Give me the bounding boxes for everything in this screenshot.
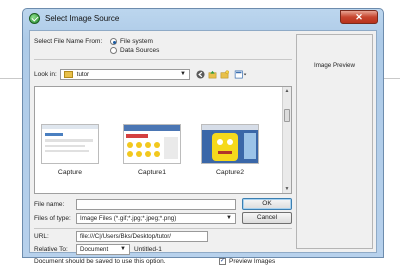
up-folder-icon[interactable] — [208, 70, 217, 79]
url-label: URL: — [34, 233, 49, 240]
image-preview-label: Image Preview — [314, 62, 355, 69]
files-of-type-label: Files of type: — [34, 215, 71, 222]
new-folder-icon[interactable] — [220, 70, 229, 79]
relative-to-label: Relative To: — [34, 246, 68, 253]
relative-to-value: Document — [80, 246, 109, 253]
window-title: Select Image Source — [45, 14, 120, 23]
file-thumbnail — [41, 124, 99, 164]
separator — [34, 59, 292, 60]
file-thumbnail — [123, 124, 181, 164]
scroll-down-icon[interactable]: ▼ — [283, 186, 291, 192]
files-of-type-value: Image Files (*.gif;*.jpg;*.jpeg;*.png) — [80, 215, 177, 222]
dreamweaver-app-icon — [29, 13, 40, 24]
separator — [34, 228, 292, 229]
file-thumbnail — [201, 124, 259, 164]
relative-document-name: Untitled-1 — [134, 246, 162, 253]
image-preview-pane: Image Preview — [296, 34, 373, 249]
url-input[interactable]: file:///C|/Users/Bks/Desktop/tutor/ — [76, 231, 208, 242]
preview-images-label[interactable]: Preview Images — [229, 258, 275, 265]
file-list-scrollbar[interactable]: ▲ ▼ — [282, 87, 291, 193]
relative-to-dropdown[interactable]: Document ▼ — [76, 244, 130, 255]
select-image-source-dialog: Select Image Source ✕ Select File Name F… — [22, 8, 384, 265]
title-bar[interactable]: Select Image Source ✕ — [23, 9, 383, 29]
look-in-dropdown[interactable]: tutor ▼ — [60, 69, 190, 80]
file-list[interactable]: ▲ ▼ Capture Capture1 Capture2 — [34, 86, 292, 194]
folder-icon — [64, 70, 73, 78]
chevron-down-icon: ▼ — [226, 215, 232, 221]
look-in-label: Look in: — [34, 71, 57, 78]
file-item[interactable]: Capture — [41, 124, 99, 184]
preview-images-checkbox[interactable]: ✓ — [219, 258, 226, 265]
background-line-right — [384, 78, 400, 79]
data-sources-radio[interactable] — [110, 47, 117, 54]
file-item[interactable]: Capture2 — [201, 124, 259, 184]
select-from-label: Select File Name From: — [34, 38, 103, 45]
scrollbar-thumb[interactable] — [284, 109, 290, 122]
close-button[interactable]: ✕ — [340, 10, 378, 24]
ok-button[interactable]: OK — [242, 198, 292, 210]
files-of-type-dropdown[interactable]: Image Files (*.gif;*.jpg;*.jpeg;*.png) ▼ — [76, 213, 236, 224]
file-name-label: Capture — [57, 169, 83, 176]
file-name-label: File name: — [34, 201, 65, 208]
file-system-radio[interactable] — [110, 38, 117, 45]
file-name-label: Capture2 — [216, 169, 244, 176]
save-notice: Document should be saved to use this opt… — [34, 258, 166, 265]
look-in-folder-name: tutor — [76, 71, 90, 78]
chevron-down-icon: ▼ — [180, 71, 186, 77]
back-arrow-icon[interactable] — [196, 70, 205, 79]
dialog-body: Select File Name From: File system Data … — [29, 30, 377, 265]
file-item[interactable]: Capture1 — [123, 124, 181, 184]
view-menu-icon[interactable] — [234, 70, 248, 79]
file-system-radio-label[interactable]: File system — [120, 38, 153, 45]
data-sources-radio-label[interactable]: Data Sources — [120, 47, 159, 54]
chevron-down-icon: ▼ — [120, 246, 126, 252]
file-name-label: Capture1 — [138, 169, 166, 176]
background-line-left — [0, 78, 22, 79]
file-name-input[interactable] — [76, 199, 236, 210]
cancel-button[interactable]: Cancel — [242, 212, 292, 224]
scroll-up-icon[interactable]: ▲ — [283, 88, 291, 94]
